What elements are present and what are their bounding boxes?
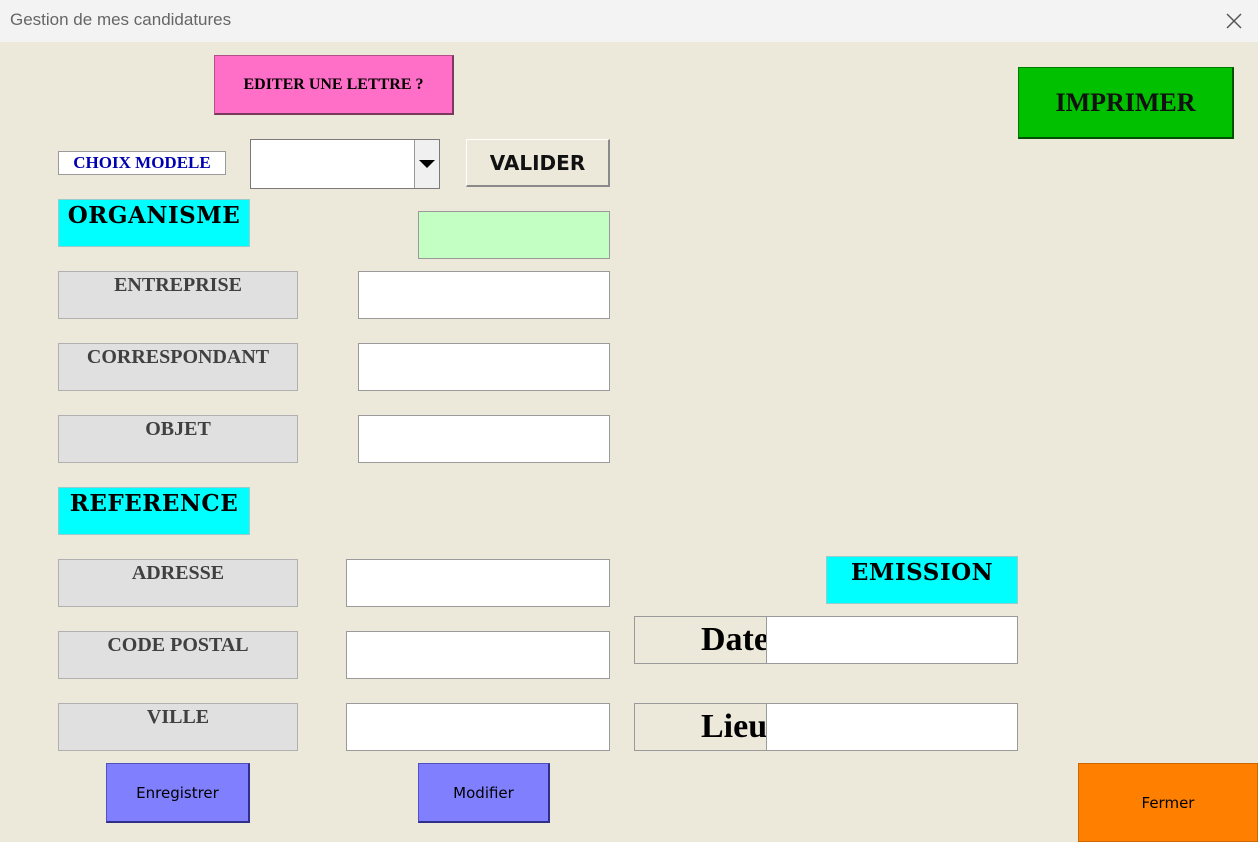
subject-input[interactable] xyxy=(358,415,610,463)
postal-code-input[interactable] xyxy=(346,631,610,679)
address-label: ADRESSE xyxy=(58,559,298,607)
section-header-reference: REFERENCE xyxy=(58,487,250,535)
candidature-dialog: Gestion de mes candidatures EDITER UNE L… xyxy=(0,0,1258,842)
window-title: Gestion de mes candidatures xyxy=(10,10,232,29)
postal-code-label: CODE POSTAL xyxy=(58,631,298,679)
city-input[interactable] xyxy=(346,703,610,751)
close-button[interactable]: Fermer xyxy=(1078,763,1258,842)
close-window-button[interactable] xyxy=(1216,4,1252,38)
address-input[interactable] xyxy=(346,559,610,607)
place-label: Lieu xyxy=(634,703,774,751)
model-select[interactable] xyxy=(250,139,440,189)
section-header-emission: EMISSION xyxy=(826,556,1018,604)
section-header-organisme: ORGANISME xyxy=(58,199,250,247)
correspondent-label: CORRESPONDANT xyxy=(58,343,298,391)
company-label: ENTREPRISE xyxy=(58,271,298,319)
subject-label: OBJET xyxy=(58,415,298,463)
title-bar: Gestion de mes candidatures xyxy=(0,0,1258,42)
save-button[interactable]: Enregistrer xyxy=(106,763,250,823)
place-input[interactable] xyxy=(766,703,1018,751)
validate-button[interactable]: VALIDER xyxy=(466,139,610,187)
correspondent-input[interactable] xyxy=(358,343,610,391)
close-icon xyxy=(1226,13,1242,29)
company-input[interactable] xyxy=(358,271,610,319)
chevron-down-icon xyxy=(419,160,435,168)
status-indicator-box xyxy=(418,211,610,259)
edit-letter-button[interactable]: EDITER UNE LETTRE ? xyxy=(214,55,454,115)
modify-button[interactable]: Modifier xyxy=(418,763,550,823)
date-input[interactable] xyxy=(766,616,1018,664)
city-label: VILLE xyxy=(58,703,298,751)
model-choice-label: CHOIX MODELE xyxy=(58,151,226,175)
date-label: Date xyxy=(634,616,774,664)
print-button[interactable]: IMPRIMER xyxy=(1018,67,1234,139)
model-select-dropdown-button[interactable] xyxy=(414,140,439,188)
